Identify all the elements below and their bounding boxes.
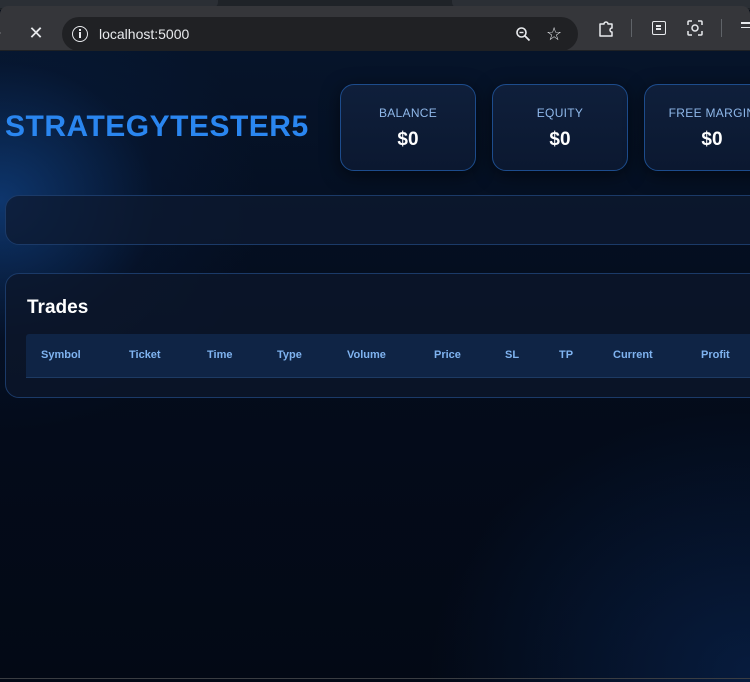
toolbar-divider: [721, 19, 722, 37]
toolbar-divider: [631, 19, 632, 37]
column-header-tp[interactable]: TP: [559, 349, 573, 362]
url-text[interactable]: localhost:5000: [99, 26, 189, 42]
address-bar[interactable]: localhost:5000 ☆: [62, 17, 578, 51]
column-header-time[interactable]: Time: [207, 349, 232, 362]
zoom-icon[interactable]: [515, 26, 531, 42]
trades-panel: Trades Symbol Ticket Time Type Volume Pr…: [5, 273, 750, 398]
browser-toolbar: › ✕ localhost:5000 ☆: [0, 6, 750, 51]
controls-bar: [5, 195, 750, 245]
bookmark-star-icon[interactable]: ☆: [546, 25, 564, 43]
column-header-symbol[interactable]: Symbol: [41, 349, 81, 362]
equity-value: $0: [549, 129, 571, 150]
free-margin-label: FREE MARGIN: [668, 106, 750, 120]
app-page: STRATEGYTESTER5 BALANCE $0 EQUITY $0 FRE…: [0, 51, 750, 682]
stop-loading-icon[interactable]: ✕: [26, 23, 46, 43]
column-header-profit[interactable]: Profit: [701, 349, 730, 362]
equity-label: EQUITY: [536, 106, 584, 120]
column-header-current[interactable]: Current: [613, 349, 653, 362]
free-margin-value: $0: [701, 129, 723, 150]
column-header-volume[interactable]: Volume: [347, 349, 386, 362]
app-title: STRATEGYTESTER5: [5, 110, 309, 143]
column-header-ticket[interactable]: Ticket: [129, 349, 161, 362]
forward-arrow-icon[interactable]: ›: [0, 25, 8, 41]
window-bottom-edge: [0, 678, 750, 679]
google-lens-icon[interactable]: [686, 19, 704, 37]
extensions-icon[interactable]: [597, 19, 615, 37]
reading-mode-icon[interactable]: [652, 21, 666, 35]
trades-heading: Trades: [27, 297, 89, 318]
balance-card: BALANCE $0: [340, 84, 476, 171]
menu-icon[interactable]: [741, 22, 750, 32]
column-header-type[interactable]: Type: [277, 349, 302, 362]
trades-table-header: Symbol Ticket Time Type Volume Price SL …: [26, 334, 750, 378]
free-margin-card: FREE MARGIN $0: [644, 84, 750, 171]
balance-label: BALANCE: [378, 106, 438, 120]
site-info-icon[interactable]: [72, 26, 88, 42]
column-header-sl[interactable]: SL: [505, 349, 519, 362]
balance-value: $0: [397, 129, 419, 150]
column-header-price[interactable]: Price: [434, 349, 461, 362]
equity-card: EQUITY $0: [492, 84, 628, 171]
